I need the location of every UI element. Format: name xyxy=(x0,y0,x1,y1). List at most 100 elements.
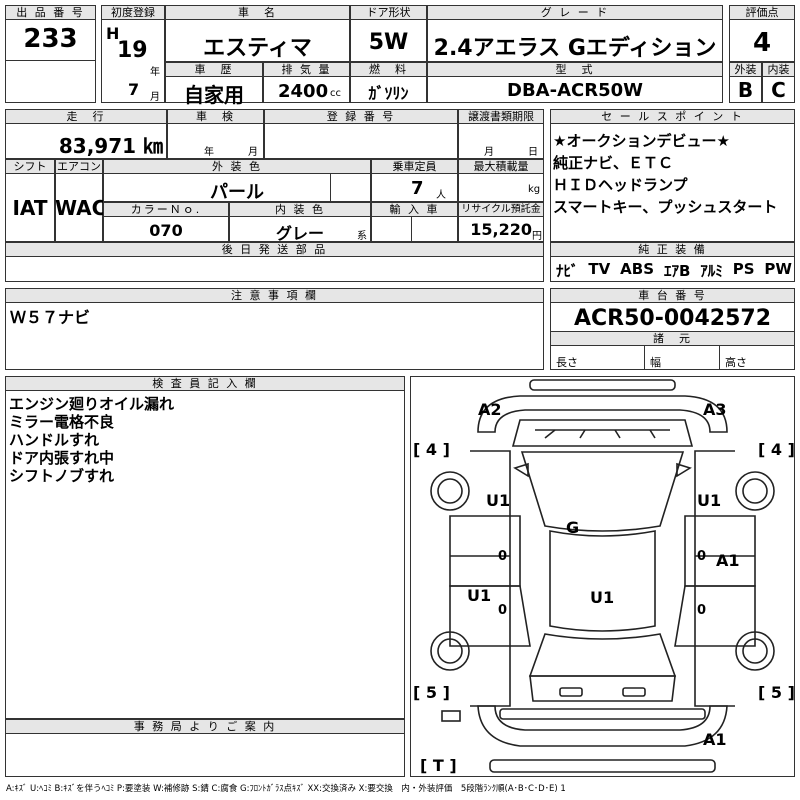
inspector-notes: エンジン廻りオイル漏れ ミラー電格不良 ハンドルすれ ドア内張すれ中 シフトノブ… xyxy=(9,395,174,485)
registration-year: 19 xyxy=(117,38,148,63)
inspection-label: 車 検 xyxy=(167,109,264,124)
door-label: ドア形状 xyxy=(350,5,427,20)
tire-front-right: [ 4 ] xyxy=(758,440,795,459)
capacity-unit: 人 xyxy=(436,190,446,201)
inspector-note: シフトノブすれ xyxy=(9,467,115,485)
equipment-label: 純 正 装 備 xyxy=(550,242,795,257)
year-unit: 年 xyxy=(150,67,160,78)
exterior-grade: B xyxy=(737,78,754,102)
interior-color: グレー xyxy=(275,224,324,243)
sales-point-line: 純正ナビ、ＥＴＣ xyxy=(553,154,674,172)
zero-right-2: 0 xyxy=(697,603,707,618)
car-name-label: 車 名 xyxy=(165,5,350,20)
lot-number-blank xyxy=(5,60,96,103)
grade-label: グ レ ー ド xyxy=(427,5,723,20)
interior-color-label: 内 装 色 xyxy=(229,202,371,217)
registration-number-label: 登 録 番 号 xyxy=(264,109,458,124)
displacement-unit: cc xyxy=(330,88,341,99)
inspector-note: ドア内張すれ中 xyxy=(9,449,115,467)
spec-divider-2 xyxy=(719,345,720,370)
color-number-label: カラーＮｏ. xyxy=(103,202,229,217)
office-label: 事 務 局 よ り ご 案 内 xyxy=(5,719,405,734)
width-label: 幅 xyxy=(650,356,661,369)
inspection-year-unit: 年 xyxy=(204,147,214,158)
car-name: エスティマ xyxy=(203,36,312,61)
recycle-fee: 15,220 xyxy=(470,220,532,239)
import-divider xyxy=(411,216,412,242)
mark-a1-right: A1 xyxy=(716,551,740,570)
aircon: WAC xyxy=(55,196,107,220)
sales-points-label: セ ー ル ス ポ イ ン ト xyxy=(550,109,795,124)
equipment-list: ﾅﾋﾞ TV ABS ｴｱB ｱﾙﾐ PS PW xyxy=(556,260,792,281)
equipment-item-pw: PW xyxy=(764,260,792,278)
displacement-label: 排 気 量 xyxy=(263,62,350,77)
registration-month: 7 xyxy=(128,80,140,99)
model-code: DBA-ACR50W xyxy=(507,80,643,101)
tire-spare: [ T ] xyxy=(420,756,457,775)
height-label: 高さ xyxy=(725,356,747,369)
sales-point-line: ★オークションデビュー★ xyxy=(553,132,730,150)
lot-number-label: 出 品 番 号 xyxy=(5,5,96,20)
mileage: 83,971 ㎞ xyxy=(58,134,163,158)
length-label: 長さ xyxy=(556,356,578,369)
zero-right: 0 xyxy=(697,549,707,564)
door-type: 5W xyxy=(368,30,409,55)
inspector-label: 検 査 員 記 入 欄 xyxy=(5,376,405,391)
mileage-label: 走 行 xyxy=(5,109,167,124)
history-label: 車 歴 xyxy=(165,62,263,77)
shift: IAT xyxy=(12,196,48,220)
interior-label: 内装 xyxy=(762,62,795,77)
mark-u1-lower-left: U1 xyxy=(467,586,492,605)
sales-points-list: ★オークションデビュー★ 純正ナビ、ＥＴＣ ＨＩＤヘッドランプ スマートキー、プ… xyxy=(553,130,793,218)
first-registration-label: 初度登録 xyxy=(101,5,165,20)
mark-u1-left: U1 xyxy=(486,491,511,510)
tire-front-left: [ 4 ] xyxy=(413,440,450,459)
spec-divider-1 xyxy=(644,345,645,370)
color-label: 外 装 色 xyxy=(103,159,371,174)
spec-label: 諸 元 xyxy=(550,331,795,346)
exterior-label: 外装 xyxy=(729,62,762,77)
interior-grade: C xyxy=(771,78,786,102)
notes-text: Ｗ５７ナビ xyxy=(10,308,91,327)
equipment-item-navi: ﾅﾋﾞ xyxy=(556,262,579,280)
score-label: 評価点 xyxy=(729,5,795,20)
mark-a3-front-right: A3 xyxy=(703,400,727,419)
transfer-deadline-label: 譲渡書類期限 xyxy=(458,109,544,124)
equipment-item-tv: TV xyxy=(588,260,611,278)
lot-number: 233 xyxy=(23,24,78,54)
capacity-label: 乗車定員 xyxy=(371,159,458,174)
month-unit: 月 xyxy=(150,92,160,103)
fuel-label: 燃 料 xyxy=(350,62,427,77)
equipment-item-abs: ABS xyxy=(620,260,655,278)
inspector-note: エンジン廻りオイル漏れ xyxy=(9,395,175,413)
shift-label: シフト xyxy=(5,159,55,174)
color-number: 070 xyxy=(149,221,183,240)
tire-rear-right: [ 5 ] xyxy=(758,683,795,702)
recycle-label: リサイクル預託金 xyxy=(458,202,544,217)
mark-a2-front-left: A2 xyxy=(478,400,502,419)
equipment-item-alloy: ｱﾙﾐ xyxy=(700,262,723,280)
sales-point-line: スマートキー、プッシュスタート xyxy=(553,198,778,216)
chassis-number: ACR50-0042572 xyxy=(573,306,771,331)
sales-point-line: ＨＩＤヘッドランプ xyxy=(553,176,688,194)
import-label: 輸 入 車 xyxy=(371,202,458,217)
interior-color-suffix: 系 xyxy=(357,231,367,242)
inspector-note: ハンドルすれ xyxy=(9,431,100,449)
transfer-day-unit: 日 xyxy=(528,147,538,158)
exterior-color: パール xyxy=(210,182,264,203)
mark-a1-bottom: A1 xyxy=(703,730,727,749)
legend: A:ｷｽﾞ U:ﾍｺﾐ B:ｷｽﾞを伴うﾍｺﾐ P:要塗装 W:補修跡 S:錆 … xyxy=(6,784,566,794)
inspector-note: ミラー電格不良 xyxy=(9,413,115,431)
equipment-item-airbag: ｴｱB xyxy=(663,262,691,280)
recycle-unit: 円 xyxy=(532,231,542,242)
zero-left: 0 xyxy=(498,549,508,564)
grade: 2.4アエラス Gエディション xyxy=(433,36,717,61)
inspection-month-unit: 月 xyxy=(248,147,258,158)
load-unit: kg xyxy=(528,184,541,195)
zero-left-2: 0 xyxy=(498,603,508,618)
history: 自家用 xyxy=(184,83,244,107)
chassis-label: 車 台 番 号 xyxy=(550,288,795,303)
mark-u1-right: U1 xyxy=(697,491,722,510)
fuel: ｶﾞｿﾘﾝ xyxy=(368,84,409,103)
mark-u1-lower-center: U1 xyxy=(590,588,615,607)
